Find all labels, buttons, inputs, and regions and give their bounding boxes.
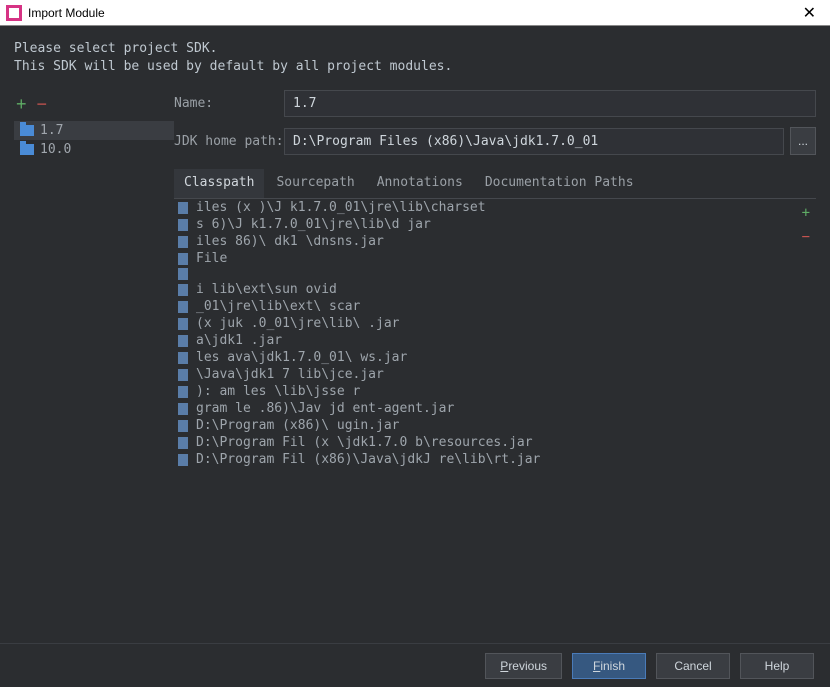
name-label: Name: [174,96,284,111]
folder-icon [20,125,34,136]
classpath-row[interactable]: (x juk .0_01\jre\lib\ .jar [174,315,816,332]
jar-icon [178,268,188,280]
sdk-item-10.0[interactable]: 10.0 [14,140,174,159]
instructions: Please select project SDK. This SDK will… [0,26,830,86]
sdk-label: 1.7 [40,123,63,138]
classpath-row[interactable]: File [174,250,816,267]
sdk-label: 10.0 [40,142,71,157]
classpath-row[interactable]: D:\Program (x86)\ ugin.jar [174,417,816,434]
jar-icon [178,369,188,381]
cancel-button[interactable]: Cancel [656,653,730,679]
jar-icon [178,352,188,364]
classpath-row[interactable]: \Java\jdk1 7 lib\jce.jar [174,366,816,383]
instruction-line: This SDK will be used by default by all … [14,58,816,76]
jar-icon [178,437,188,449]
tabs: Classpath Sourcepath Annotations Documen… [174,169,816,198]
path-label: JDK home path: [174,134,284,149]
classpath-row[interactable]: i lib\ext\sun ovid [174,281,816,298]
classpath-text: D:\Program (x86)\ ugin.jar [196,418,400,433]
jar-icon [178,202,188,214]
jdk-home-path-input[interactable] [284,128,784,155]
jar-icon [178,253,188,265]
browse-button[interactable]: ... [790,127,816,155]
classpath-text: D:\Program Fil (x86)\Java\jdkJ re\lib\rt… [196,452,540,467]
classpath-row[interactable]: D:\Program Fil (x86)\Java\jdkJ re\lib\rt… [174,451,816,468]
classpath-text: File [196,251,227,266]
classpath-row[interactable]: D:\Program Fil (x \jdk1.7.0 b\resources.… [174,434,816,451]
classpath-panel: + − iles (x )\J k1.7.0_01\jre\lib\charse… [174,198,816,684]
classpath-text: iles (x )\J k1.7.0_01\jre\lib\charset [196,200,486,215]
tab-sourcepath[interactable]: Sourcepath [266,169,364,198]
dialog-footer: Previous Finish Cancel Help [0,643,830,687]
classpath-row[interactable]: les ava\jdk1.7.0_01\ ws.jar [174,349,816,366]
classpath-text: a\jdk1 .jar [196,333,282,348]
classpath-text: i lib\ext\sun ovid [196,282,337,297]
app-icon [6,5,22,21]
classpath-row[interactable]: gram le .86)\Jav jd ent-agent.jar [174,400,816,417]
classpath-text: D:\Program Fil (x \jdk1.7.0 b\resources.… [196,435,533,450]
classpath-text: _01\jre\lib\ext\ scar [196,299,360,314]
jar-icon [178,420,188,432]
add-classpath-icon[interactable]: + [802,205,810,221]
classpath-row[interactable]: a\jdk1 .jar [174,332,816,349]
window-title: Import Module [28,6,105,20]
jar-icon [178,219,188,231]
jar-icon [178,284,188,296]
jar-icon [178,318,188,330]
classpath-text: gram le .86)\Jav jd ent-agent.jar [196,401,454,416]
jar-icon [178,386,188,398]
classpath-row[interactable]: _01\jre\lib\ext\ scar [174,298,816,315]
close-icon[interactable]: ✕ [795,3,824,23]
classpath-text: \Java\jdk1 7 lib\jce.jar [196,367,384,382]
tab-documentation-paths[interactable]: Documentation Paths [475,169,644,198]
sdk-item-1.7[interactable]: 1.7 [14,121,174,140]
classpath-row[interactable]: iles (x )\J k1.7.0_01\jre\lib\charset [174,199,816,216]
classpath-text: les ava\jdk1.7.0_01\ ws.jar [196,350,407,365]
remove-classpath-icon[interactable]: − [802,229,810,245]
classpath-text: (x juk .0_01\jre\lib\ .jar [196,316,400,331]
jar-icon [178,335,188,347]
tab-annotations[interactable]: Annotations [367,169,473,198]
sdk-list: + − 1.7 10.0 [14,90,174,684]
previous-button[interactable]: Previous [485,653,562,679]
remove-sdk-icon[interactable]: − [37,94,48,115]
classpath-row[interactable]: s 6)\J k1.7.0_01\jre\lib\d jar [174,216,816,233]
jar-icon [178,236,188,248]
classpath-row[interactable]: iles 86)\ dk1 \dnsns.jar [174,233,816,250]
classpath-text: iles 86)\ dk1 \dnsns.jar [196,234,384,249]
jar-icon [178,301,188,313]
instruction-line: Please select project SDK. [14,40,816,58]
classpath-text: s 6)\J k1.7.0_01\jre\lib\d jar [196,217,431,232]
name-input[interactable] [284,90,816,117]
help-button[interactable]: Help [740,653,814,679]
jar-icon [178,454,188,466]
finish-button[interactable]: Finish [572,653,646,679]
tab-classpath[interactable]: Classpath [174,169,264,198]
classpath-row[interactable] [174,267,816,281]
jar-icon [178,403,188,415]
titlebar: Import Module ✕ [0,0,830,26]
classpath-row[interactable]: ): am les \lib\jsse r [174,383,816,400]
add-sdk-icon[interactable]: + [16,94,27,115]
folder-icon [20,144,34,155]
classpath-text: ): am les \lib\jsse r [196,384,360,399]
